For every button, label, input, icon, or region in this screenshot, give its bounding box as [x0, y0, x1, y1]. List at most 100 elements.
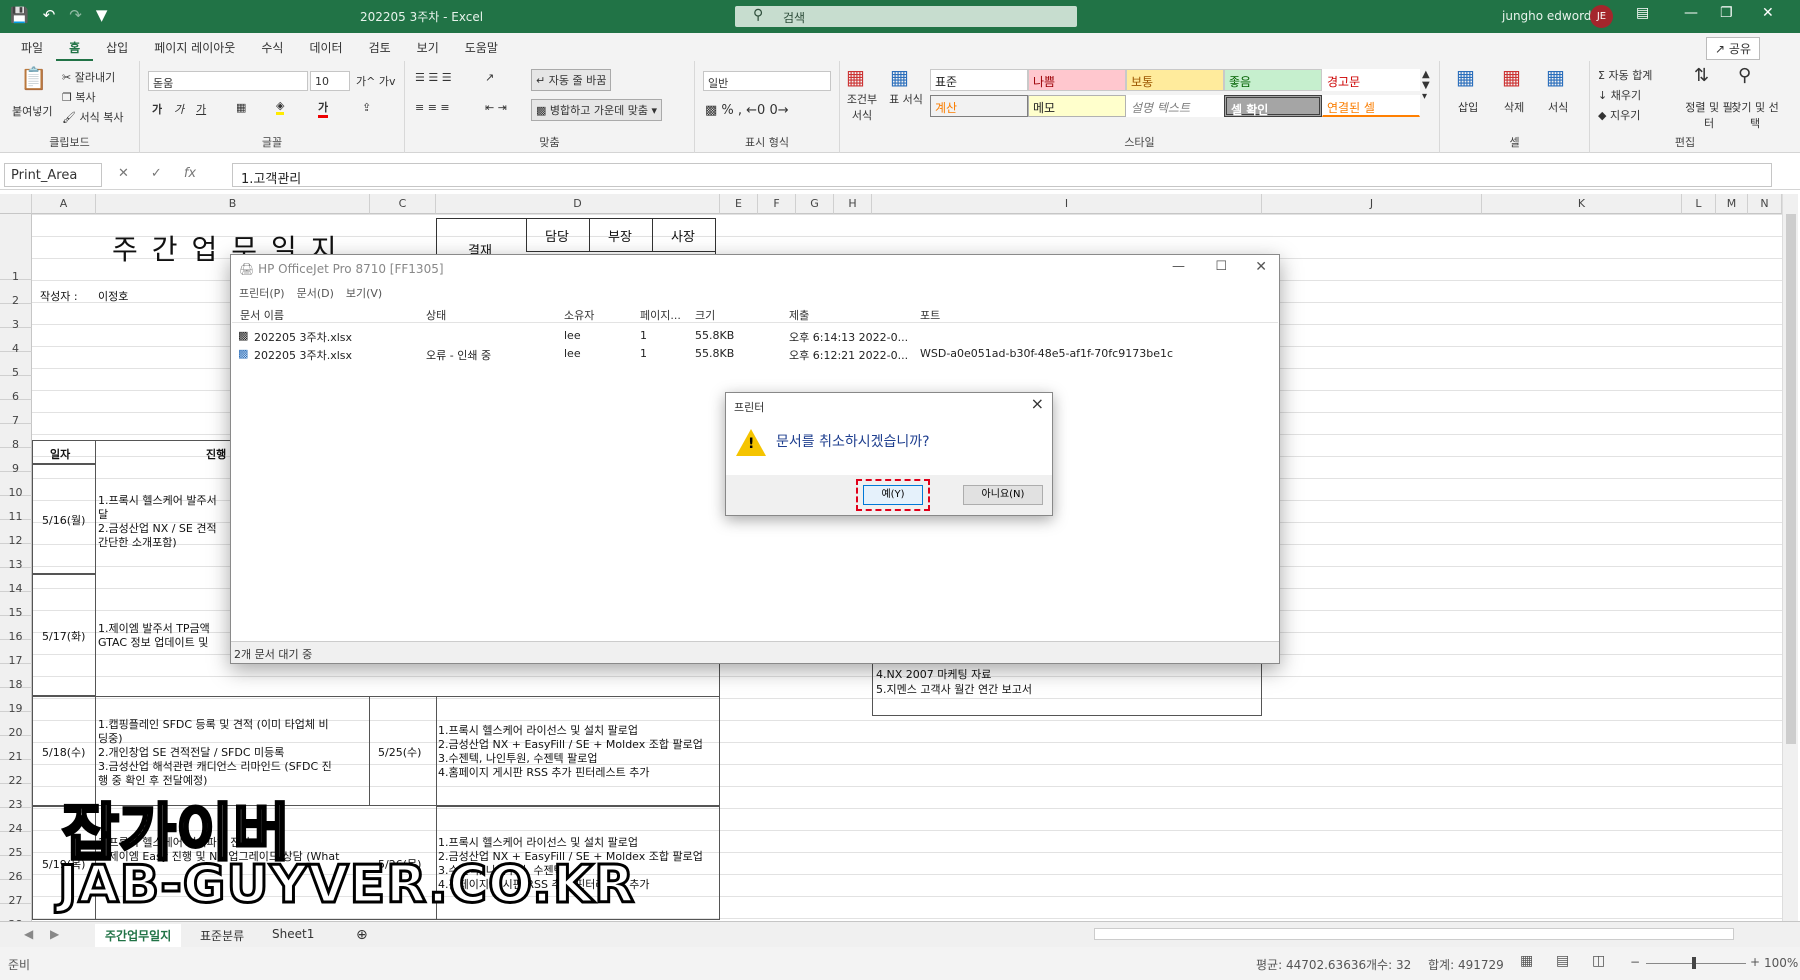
zoom-out-icon[interactable]: − — [1630, 955, 1640, 969]
delete-cells-button[interactable]: 삭제 — [1504, 99, 1524, 115]
row-header[interactable]: 24 — [0, 808, 32, 835]
restore-icon[interactable]: ❐ — [1720, 5, 1733, 21]
style-good[interactable]: 좋음 — [1224, 69, 1322, 91]
style-calculation[interactable]: 계산 — [930, 95, 1028, 117]
row-header[interactable]: 18 — [0, 664, 32, 691]
row-header[interactable]: 3 — [0, 304, 32, 331]
column-header[interactable]: C — [370, 194, 436, 214]
currency-icon[interactable]: ▩ % , ←0 0→ — [705, 103, 789, 118]
format-table-button[interactable]: 표 서식 — [886, 91, 926, 107]
print-job-row[interactable]: ▩ 202205 3주차.xlsx lee 1 55.8KB 오후 6:14:1… — [232, 327, 1278, 345]
column-header[interactable]: A — [32, 194, 96, 214]
style-note[interactable]: 메모 — [1028, 95, 1126, 117]
column-header[interactable]: N — [1748, 194, 1782, 214]
column-header[interactable]: L — [1682, 194, 1716, 214]
font-name-select[interactable]: 돋움 — [148, 71, 308, 91]
copy-button[interactable]: ❐ 복사 — [62, 89, 96, 105]
page-break-icon[interactable]: ◫ — [1592, 953, 1605, 969]
underline-button[interactable]: 가 — [196, 101, 206, 117]
row-header[interactable]: 1 — [0, 214, 32, 283]
fill-color-icon[interactable]: ◈ — [276, 99, 285, 115]
formula-input[interactable]: 1.고객관리 — [232, 163, 1772, 187]
number-format-select[interactable]: 일반 — [703, 71, 831, 91]
minimize-icon[interactable]: — — [1684, 5, 1698, 21]
col-doc-name[interactable]: 문서 이름 — [240, 307, 284, 323]
row-header[interactable]: 22 — [0, 760, 32, 787]
tab-home[interactable]: 홈 — [56, 33, 94, 61]
select-all-corner[interactable] — [0, 194, 32, 214]
save-icon[interactable]: 💾 — [10, 6, 29, 24]
col-owner[interactable]: 소유자 — [564, 307, 594, 323]
row-header[interactable]: 27 — [0, 880, 32, 907]
row-header[interactable]: 11 — [0, 496, 32, 523]
align-top-icon[interactable]: ☰ ☰ ☰ — [415, 71, 452, 84]
row-header[interactable]: 9 — [0, 448, 32, 475]
column-header[interactable]: J — [1262, 194, 1482, 214]
zoom-in-icon[interactable]: + — [1750, 955, 1760, 969]
style-explanatory[interactable]: 설명 텍스트 — [1126, 95, 1224, 117]
styles-scroll-icon[interactable]: ▲ ▼ ▾ — [1422, 69, 1430, 102]
pq-maximize-icon[interactable]: ☐ — [1215, 259, 1227, 274]
undo-icon[interactable]: ↶ — [43, 6, 56, 24]
row-header[interactable]: 15 — [0, 592, 32, 619]
row-header[interactable]: 21 — [0, 736, 32, 763]
column-header[interactable]: H — [834, 194, 872, 214]
column-header[interactable]: F — [758, 194, 796, 214]
format-cells-button[interactable]: 서식 — [1548, 99, 1568, 115]
yes-button[interactable]: 예(Y) — [863, 485, 923, 505]
tab-page-layout[interactable]: 페이지 레이아웃 — [141, 33, 248, 61]
row-header[interactable]: 8 — [0, 424, 32, 451]
sort-filter-button[interactable]: 정렬 및 필터 — [1684, 99, 1734, 131]
sheet-tab[interactable]: Sheet1 — [262, 924, 324, 944]
ribbon-display-icon[interactable]: ▤ — [1636, 5, 1649, 21]
align-left-icon[interactable]: ≡ ≡ ≡ — [415, 101, 450, 114]
row-header[interactable]: 5 — [0, 352, 32, 379]
menu-document[interactable]: 문서(D) — [297, 285, 334, 301]
enter-icon[interactable]: ✓ — [151, 166, 162, 181]
pq-minimize-icon[interactable]: — — [1172, 259, 1185, 274]
sheet-tab[interactable]: 표준분류 — [190, 924, 254, 947]
next-sheet-icon[interactable]: ▶ — [40, 924, 69, 944]
dialog-close-icon[interactable]: × — [1031, 394, 1044, 413]
no-button[interactable]: 아니요(N) — [963, 485, 1043, 505]
zoom-slider-thumb[interactable] — [1692, 957, 1696, 969]
close-icon[interactable]: ✕ — [1762, 5, 1774, 21]
tab-review[interactable]: 검토 — [356, 33, 404, 61]
wrap-text-button[interactable]: ↵ 자동 줄 바꿈 — [531, 69, 612, 91]
menu-view[interactable]: 보기(V) — [346, 285, 382, 301]
redo-icon[interactable]: ↷ — [69, 6, 82, 24]
column-header[interactable]: K — [1482, 194, 1682, 214]
add-sheet-icon[interactable]: ⊕ — [346, 924, 378, 946]
pq-close-icon[interactable]: ✕ — [1255, 259, 1267, 275]
find-select-button[interactable]: 찾기 및 선택 — [1730, 99, 1780, 131]
style-neutral[interactable]: 보통 — [1126, 69, 1224, 91]
row-header[interactable]: 26 — [0, 856, 32, 883]
avatar[interactable]: JE — [1590, 5, 1613, 28]
row-header[interactable]: 25 — [0, 832, 32, 859]
cut-button[interactable]: ✂ 잘라내기 — [62, 69, 115, 85]
column-header[interactable]: M — [1716, 194, 1748, 214]
row-header[interactable]: 20 — [0, 712, 32, 739]
phonetic-icon[interactable]: ⇪ — [362, 101, 371, 114]
zoom-slider[interactable] — [1646, 963, 1746, 964]
bold-button[interactable]: 가 — [152, 101, 162, 117]
tab-formulas[interactable]: 수식 — [248, 33, 296, 61]
row-header[interactable]: 23 — [0, 784, 32, 811]
italic-button[interactable]: 가 — [174, 101, 184, 117]
font-size-select[interactable]: 10 — [310, 71, 350, 91]
cancel-icon[interactable]: ✕ — [118, 166, 129, 181]
autosum-button[interactable]: Σ 자동 합계 — [1598, 67, 1652, 83]
column-header[interactable]: G — [796, 194, 834, 214]
paste-button[interactable]: 붙여넣기 — [12, 103, 52, 119]
format-painter-button[interactable]: 🖌 서식 복사 — [62, 109, 123, 125]
grow-font-icon[interactable]: 가^ 가v — [356, 73, 395, 89]
font-color-icon[interactable]: 가 — [318, 99, 329, 118]
zoom-level[interactable]: 100% — [1764, 956, 1798, 970]
page-layout-icon[interactable]: ▤ — [1556, 953, 1569, 969]
column-header[interactable]: E — [720, 194, 758, 214]
prev-sheet-icon[interactable]: ◀ — [14, 924, 43, 944]
clear-button[interactable]: ◆ 지우기 — [1598, 107, 1640, 123]
row-header[interactable]: 4 — [0, 328, 32, 355]
row-header[interactable]: 13 — [0, 544, 32, 571]
name-box[interactable]: Print_Area — [4, 163, 102, 187]
